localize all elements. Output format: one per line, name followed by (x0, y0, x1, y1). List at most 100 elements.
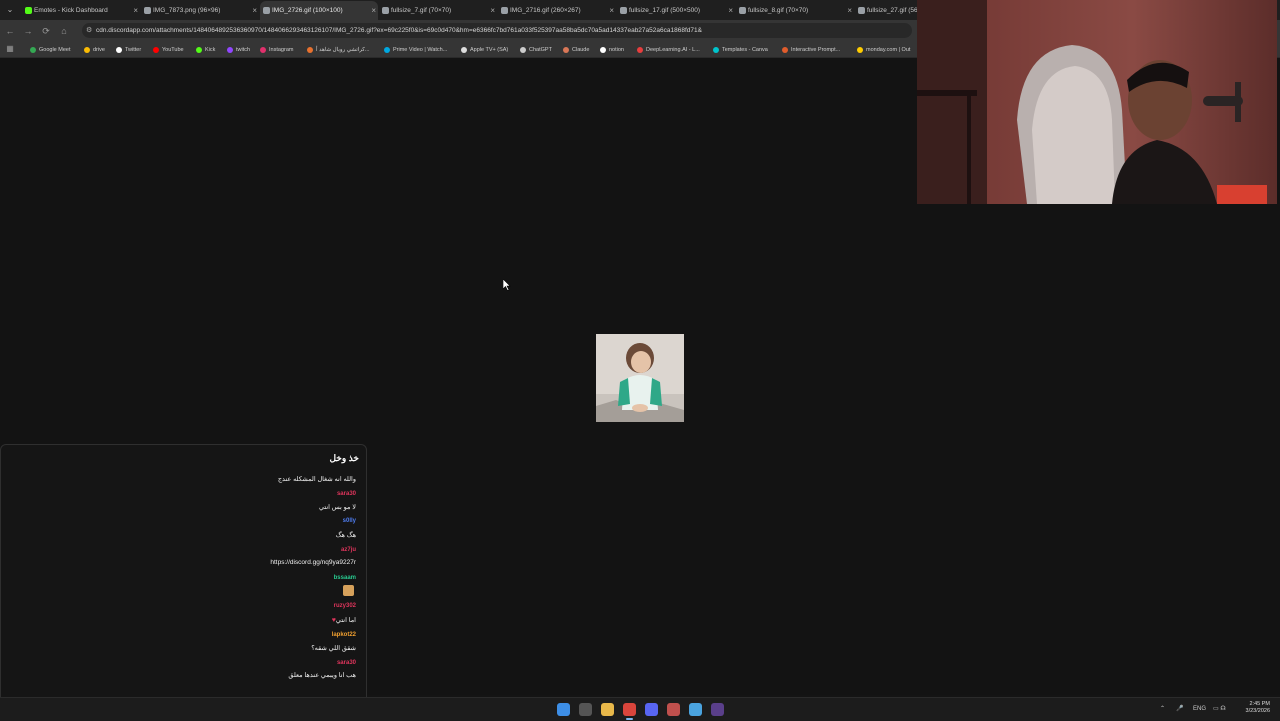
back-icon[interactable]: ← (4, 25, 16, 37)
bookmark-label: Apple TV+ (SA) (470, 47, 509, 53)
bookmark-item[interactable]: Apple TV+ (SA) (461, 45, 508, 55)
telegram-icon[interactable] (689, 703, 702, 716)
bookmark-item[interactable]: Kick (196, 45, 215, 55)
bookmark-item[interactable]: YouTube (153, 45, 184, 55)
chat-username[interactable]: lapkot22 (332, 632, 356, 638)
chat-message-text: هگ هگ (336, 531, 356, 539)
tab-close-icon[interactable]: × (252, 1, 257, 20)
bookmark-item[interactable]: Interactive Prompt... (782, 45, 840, 55)
file-explorer-icon[interactable] (601, 703, 614, 716)
bookmark-item[interactable]: DeepLearning.AI - L... (637, 45, 700, 55)
apps-icon[interactable]: ▦ (4, 43, 16, 55)
chat-message-body: اما انتي (335, 617, 356, 624)
webcam-overlay (917, 0, 1277, 204)
tab-close-icon[interactable]: × (133, 1, 138, 20)
tab-title: IMG_2716.gif (260×267) (510, 7, 581, 14)
app-icon[interactable] (667, 703, 680, 716)
bookmark-label: YouTube (162, 47, 184, 53)
tab-close-icon[interactable]: × (490, 1, 495, 20)
chat-username[interactable]: sara30 (337, 660, 356, 666)
bookmark-favicon-icon (713, 47, 719, 53)
chat-message-text[interactable]: https://discord.gg/nq9ya9227r (270, 559, 356, 566)
bookmark-label: Interactive Prompt... (791, 47, 841, 53)
bookmark-item[interactable]: Twitter (116, 45, 141, 55)
chat-username[interactable]: az7ju (341, 547, 356, 553)
bookmark-item[interactable]: Instagram (260, 45, 293, 55)
bookmark-item[interactable]: Templates - Canva (713, 45, 768, 55)
bookmark-favicon-icon (563, 47, 569, 53)
tab-title: fullsize_8.gif (70×70) (748, 7, 809, 14)
tab-close-icon[interactable]: × (728, 1, 733, 20)
bookmark-item[interactable]: notion (600, 45, 624, 55)
bookmark-label: Twitter (125, 47, 142, 53)
bookmark-item[interactable]: ChatGPT (520, 45, 552, 55)
tab-title: fullsize_27.gif (56× (867, 7, 922, 14)
bookmark-favicon-icon (782, 47, 788, 53)
home-icon[interactable]: ⌂ (58, 25, 70, 37)
bookmark-label: Claude (572, 47, 590, 53)
discord-icon[interactable] (645, 703, 658, 716)
chat-message-body: هب انا ويبمي عندها معلق (288, 672, 356, 679)
tab-4[interactable]: IMG_2716.gif (260×267) × (498, 1, 616, 20)
reload-icon[interactable]: ⟳ (40, 25, 52, 37)
mouse-cursor-icon (503, 279, 511, 291)
tab-1[interactable]: IMG_7873.png (96×96) × (141, 1, 259, 20)
search-icon[interactable] (579, 703, 592, 716)
language-indicator[interactable]: ENG (1193, 703, 1206, 715)
clock-time: 2:45 PM (1249, 701, 1270, 707)
tab-close-icon[interactable]: × (371, 1, 376, 20)
bookmark-item[interactable]: monday.com | Out (857, 45, 910, 55)
bookmark-label: Templates - Canva (722, 47, 768, 53)
url-text: cdn.discordapp.com/attachments/148406489… (96, 27, 702, 34)
clock-date: 3/23/2026 (1245, 708, 1270, 714)
tab-favicon-icon (382, 7, 389, 14)
chat-message-body: هگ هگ (335, 532, 356, 539)
clock[interactable]: 2:45 PM 3/23/2026 (1246, 701, 1270, 715)
bookmark-label: Google Meet (39, 47, 71, 53)
chat-username[interactable]: s0lly (343, 518, 356, 524)
tab-favicon-icon (144, 7, 151, 14)
bookmark-label: كراتشي رويال شاهد أ... (316, 47, 370, 53)
tab-title: IMG_7873.png (96×96) (153, 7, 221, 14)
bookmark-favicon-icon (384, 47, 390, 53)
bookmark-favicon-icon (637, 47, 643, 53)
chat-message-text: هب انا ويبمي عندها معلق (288, 671, 356, 679)
bookmark-item[interactable]: Google Meet (30, 45, 71, 55)
tab-close-icon[interactable]: × (847, 1, 852, 20)
microphone-icon[interactable]: 🎤 (1176, 703, 1183, 715)
tab-0[interactable]: Emotes - Kick Dashboard × (22, 1, 140, 20)
forward-icon[interactable]: → (22, 25, 34, 37)
bookmark-favicon-icon (307, 47, 313, 53)
chrome-icon[interactable] (623, 703, 636, 720)
obs-icon[interactable] (711, 703, 724, 716)
bookmark-item[interactable]: twitch (227, 45, 250, 55)
bookmark-favicon-icon (600, 47, 606, 53)
tab-6[interactable]: fullsize_8.gif (70×70) × (736, 1, 854, 20)
chat-username[interactable]: ruzy302 (334, 603, 356, 609)
taskbar: ⌃ 🎤 ENG ▭ ☊ 2:45 PM 3/23/2026 (0, 697, 1280, 721)
tab-3[interactable]: fullsize_7.gif (70×70) × (379, 1, 497, 20)
tray-expand-icon[interactable]: ⌃ (1160, 703, 1165, 715)
chat-username[interactable]: sara30 (337, 491, 356, 497)
bookmark-favicon-icon (153, 47, 159, 53)
bookmark-item[interactable]: Claude (563, 45, 589, 55)
site-settings-icon[interactable]: ⚙ (86, 23, 92, 38)
tab-title: fullsize_17.gif (500×500) (629, 7, 701, 14)
tab-5[interactable]: fullsize_17.gif (500×500) × (617, 1, 735, 20)
tab-2[interactable]: IMG_2726.gif (100×100) × (260, 1, 378, 20)
tab-title: fullsize_7.gif (70×70) (391, 7, 452, 14)
chat-username[interactable]: bssaam (334, 575, 356, 581)
start-icon[interactable] (557, 703, 570, 716)
network-volume-icon[interactable]: ▭ ☊ (1213, 703, 1226, 715)
address-bar[interactable]: ⚙ cdn.discordapp.com/attachments/1484064… (82, 23, 912, 38)
tab-favicon-icon (501, 7, 508, 14)
bookmark-label: ChatGPT (529, 47, 552, 53)
webcam-feed-art (917, 0, 1277, 204)
bookmark-label: Kick (205, 47, 216, 53)
tab-close-icon[interactable]: × (609, 1, 614, 20)
tab-search-icon[interactable]: ⌄ (4, 4, 16, 16)
gif-image-art (596, 334, 684, 422)
bookmark-item[interactable]: drive (84, 45, 105, 55)
bookmark-item[interactable]: كراتشي رويال شاهد أ... (307, 45, 370, 55)
bookmark-item[interactable]: Prime Video | Watch... (384, 45, 447, 55)
